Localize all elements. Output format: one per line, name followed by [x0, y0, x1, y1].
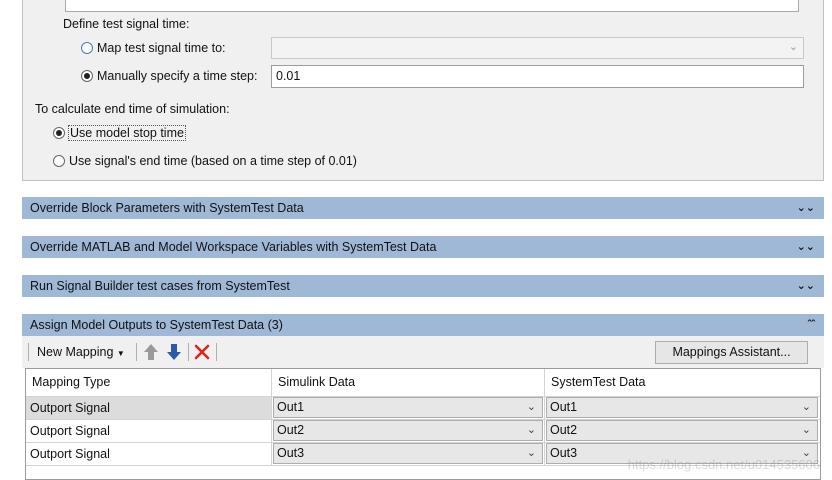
toolbar-separator [188, 343, 189, 361]
table-row[interactable]: Outport Signal [26, 397, 271, 419]
chevron-down-icon: ⌄ [526, 447, 536, 459]
delete-icon[interactable] [194, 344, 210, 360]
signal-end-time-label: Use signal's end time (based on a time s… [69, 154, 357, 168]
watermark: https://blog.csdn.net/u014535606 [627, 457, 820, 472]
section-label: Override MATLAB and Model Workspace Vari… [30, 240, 437, 254]
section-label: Override Block Parameters with SystemTes… [30, 201, 304, 215]
header-simulink-data[interactable]: Simulink Data [272, 369, 355, 396]
toolbar-separator [136, 343, 137, 361]
model-stop-time-label: Use model stop time [68, 125, 186, 141]
table-row[interactable]: Outport Signal [26, 420, 271, 442]
expand-icon[interactable]: ⌄⌄ [797, 197, 815, 219]
section-label: Assign Model Outputs to SystemTest Data … [30, 318, 283, 332]
systemtest-data-combo[interactable]: Out2 ⌄ [546, 420, 818, 441]
simulink-data-value: Out1 [277, 400, 305, 414]
column-divider [271, 369, 272, 465]
define-signal-time-label: Define test signal time: [63, 17, 190, 31]
dropdown-arrow-icon: ▼ [116, 349, 125, 358]
header-mapping-type[interactable]: Mapping Type [26, 369, 110, 396]
systemtest-data-value: Out2 [550, 423, 578, 437]
simulink-data-combo[interactable]: Out2 ⌄ [273, 420, 543, 441]
map-time-radio[interactable] [81, 42, 93, 54]
mappings-assistant-button[interactable]: Mappings Assistant... [655, 341, 808, 364]
chevron-down-icon: ⌄ [526, 424, 536, 436]
top-text-field[interactable] [65, 0, 799, 12]
expand-icon[interactable]: ⌄⌄ [797, 236, 815, 258]
model-stop-time-radio[interactable] [53, 127, 65, 139]
section-label: Run Signal Builder test cases from Syste… [30, 279, 290, 293]
signal-end-time-radio[interactable] [53, 155, 65, 167]
new-mapping-button[interactable]: New Mapping ▼ [33, 342, 129, 362]
mapping-type-cell: Outport Signal [30, 401, 110, 415]
new-mapping-label: New Mapping [37, 345, 114, 359]
section-override-workspace-vars[interactable]: Override MATLAB and Model Workspace Vari… [22, 236, 824, 258]
systemtest-data-value: Out1 [550, 400, 578, 414]
section-assign-outputs[interactable]: Assign Model Outputs to SystemTest Data … [22, 314, 824, 336]
simulink-data-value: Out2 [277, 423, 305, 437]
move-down-icon[interactable] [166, 343, 182, 361]
mapping-type-cell: Outport Signal [30, 447, 110, 461]
manual-time-step-radio[interactable] [81, 70, 93, 82]
collapse-icon[interactable]: ˆˆ [808, 314, 815, 336]
map-time-combo[interactable]: ⌄ [271, 37, 804, 59]
table-row[interactable]: Outport Signal [26, 443, 271, 465]
systemtest-data-value: Out3 [550, 446, 578, 460]
column-divider [544, 369, 545, 465]
header-systemtest-data[interactable]: SystemTest Data [545, 369, 645, 396]
chevron-down-icon: ⌄ [526, 401, 536, 413]
systemtest-data-combo[interactable]: Out1 ⌄ [546, 397, 818, 418]
toolbar-separator [28, 343, 29, 361]
toolbar-separator [216, 343, 217, 361]
end-time-label: To calculate end time of simulation: [35, 102, 230, 116]
chevron-down-icon: ⌄ [801, 401, 811, 413]
model-stop-time-text: Use model stop time [68, 125, 186, 141]
mapping-type-cell: Outport Signal [30, 424, 110, 438]
simulink-data-combo[interactable]: Out1 ⌄ [273, 397, 543, 418]
chevron-down-icon: ⌄ [788, 41, 798, 53]
time-step-input[interactable]: 0.01 [271, 65, 804, 88]
manual-time-step-label: Manually specify a time step: [97, 69, 258, 83]
section-override-block-params[interactable]: Override Block Parameters with SystemTes… [22, 197, 824, 219]
expand-icon[interactable]: ⌄⌄ [797, 275, 815, 297]
simulink-data-combo[interactable]: Out3 ⌄ [273, 443, 543, 464]
move-up-icon[interactable] [143, 343, 159, 361]
section-signal-builder[interactable]: Run Signal Builder test cases from Syste… [22, 275, 824, 297]
map-time-label: Map test signal time to: [97, 41, 226, 55]
simulink-data-value: Out3 [277, 446, 305, 460]
chevron-down-icon: ⌄ [801, 424, 811, 436]
